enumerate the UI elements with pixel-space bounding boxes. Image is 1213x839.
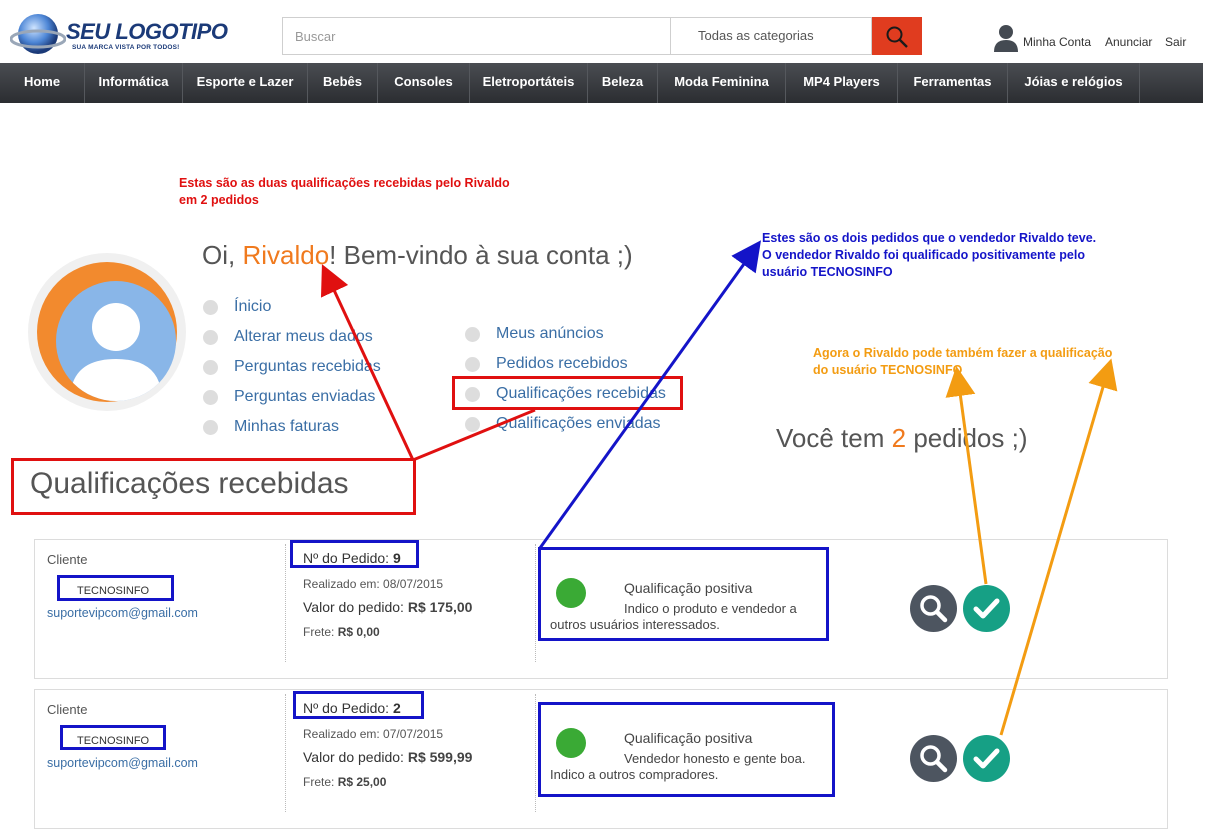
- my-account-link[interactable]: Minha Conta: [1023, 35, 1091, 49]
- rating-title: Qualificação positiva: [624, 730, 753, 746]
- globe-icon: [10, 14, 66, 54]
- bullet-icon: [465, 357, 480, 372]
- order-number: Nº do Pedido: 9: [303, 550, 401, 566]
- client-label: Cliente: [47, 552, 88, 567]
- order-number: Nº do Pedido: 2: [303, 700, 401, 716]
- view-order-button[interactable]: [910, 735, 957, 782]
- order-value: Valor do pedido: R$ 599,99: [303, 749, 473, 765]
- menu-meus-anuncios[interactable]: Meus anúncios: [465, 325, 604, 343]
- category-select[interactable]: Todas as categorias: [670, 17, 872, 55]
- nav-item-beleza[interactable]: Beleza: [588, 63, 658, 103]
- user-icon[interactable]: [993, 24, 1019, 52]
- client-email[interactable]: suportevipcom@gmail.com: [47, 756, 198, 770]
- search-input[interactable]: [283, 18, 672, 54]
- nav-item-bebes[interactable]: Bebês: [308, 63, 378, 103]
- rate-buyer-button[interactable]: [963, 735, 1010, 782]
- nav-item-eletroportateis[interactable]: Eletroportáteis: [470, 63, 588, 103]
- nav-item-home[interactable]: Home: [0, 63, 85, 103]
- menu-perguntas-recebidas[interactable]: Perguntas recebidas: [203, 358, 381, 376]
- nav-item-esporte[interactable]: Esporte e Lazer: [183, 63, 308, 103]
- order-shipping: Frete: R$ 0,00: [303, 625, 380, 639]
- client-label: Cliente: [47, 702, 88, 717]
- menu-minhas-faturas[interactable]: Minhas faturas: [203, 418, 339, 436]
- nav-item-mp4[interactable]: MP4 Players: [786, 63, 898, 103]
- user-name: Rivaldo: [242, 240, 330, 270]
- menu-pedidos-recebidos[interactable]: Pedidos recebidos: [465, 355, 628, 373]
- check-icon: [973, 598, 1000, 619]
- orders-summary: Você tem 2 pedidos ;): [776, 423, 1028, 453]
- annotation-blue: Estes são os dois pedidos que o vendedor…: [762, 231, 1097, 279]
- rating-comment: Vendedor honesto e gente boa. Indico a o…: [550, 751, 806, 782]
- logo-subtitle: SUA MARCA VISTA POR TODOS!: [72, 44, 180, 51]
- order-shipping: Frete: R$ 25,00: [303, 775, 387, 789]
- search-icon: [886, 26, 908, 48]
- menu-perguntas-enviadas[interactable]: Perguntas enviadas: [203, 388, 375, 406]
- nav-item-joias[interactable]: Jóias e relógios: [1008, 63, 1140, 103]
- magnifier-icon: [920, 595, 948, 623]
- logo-title: SEU LOGOTIPO: [66, 19, 228, 44]
- rating-comment: Indico o produto e vendedor a outros usu…: [550, 601, 797, 632]
- bullet-icon: [465, 387, 480, 402]
- magnifier-icon: [920, 745, 948, 773]
- nav-item-informatica[interactable]: Informática: [85, 63, 183, 103]
- rating-title: Qualificação positiva: [624, 580, 753, 596]
- bullet-icon: [465, 327, 480, 342]
- order-date: Realizado em: 08/07/2015: [303, 577, 444, 591]
- bullet-icon: [203, 390, 218, 405]
- avatar: [28, 253, 186, 411]
- view-order-button[interactable]: [910, 585, 957, 632]
- greeting: Oi, Rivaldo! Bem-vindo à sua conta ;): [202, 240, 633, 270]
- nav-item-consoles[interactable]: Consoles: [378, 63, 470, 103]
- user-silhouette-icon: [70, 303, 162, 401]
- nav-item-ferramentas[interactable]: Ferramentas: [898, 63, 1008, 103]
- client-username[interactable]: TECNOSINFO: [77, 735, 149, 747]
- logout-link[interactable]: Sair: [1165, 35, 1186, 49]
- search-button[interactable]: [872, 17, 922, 55]
- order-date: Realizado em: 07/07/2015: [303, 727, 444, 741]
- menu-alterar-dados[interactable]: Alterar meus dados: [203, 328, 373, 346]
- order-card: Cliente TECNOSINFO suportevipcom@gmail.c…: [34, 689, 1168, 829]
- client-username[interactable]: TECNOSINFO: [77, 585, 149, 597]
- section-title: Qualificações recebidas: [30, 467, 349, 500]
- nav-item-moda-feminina[interactable]: Moda Feminina: [658, 63, 786, 103]
- menu-qualificacoes-enviadas[interactable]: Qualificações enviadas: [465, 415, 661, 433]
- menu-inicio[interactable]: Ínicio: [203, 298, 271, 316]
- announce-link[interactable]: Anunciar: [1105, 35, 1152, 49]
- main-nav: Home Informática Esporte e Lazer Bebês C…: [0, 63, 1203, 103]
- bullet-icon: [465, 417, 480, 432]
- search-box: [282, 17, 672, 55]
- annotation-orange: Agora o Rivaldo pode também fazer a qual…: [813, 346, 1113, 377]
- bullet-icon: [203, 330, 218, 345]
- bullet-icon: [203, 300, 218, 315]
- site-logo[interactable]: SEU LOGOTIPO SUA MARCA VISTA POR TODOS!: [8, 10, 228, 58]
- bullet-icon: [203, 420, 218, 435]
- order-card: Cliente TECNOSINFO suportevipcom@gmail.c…: [34, 539, 1168, 679]
- rate-buyer-button[interactable]: [963, 585, 1010, 632]
- menu-qualificacoes-recebidas[interactable]: Qualificações recebidas: [465, 385, 666, 403]
- check-icon: [973, 748, 1000, 769]
- annotation-red: Estas são as duas qualificações recebida…: [179, 176, 510, 207]
- client-email[interactable]: suportevipcom@gmail.com: [47, 606, 198, 620]
- order-value: Valor do pedido: R$ 175,00: [303, 599, 473, 615]
- bullet-icon: [203, 360, 218, 375]
